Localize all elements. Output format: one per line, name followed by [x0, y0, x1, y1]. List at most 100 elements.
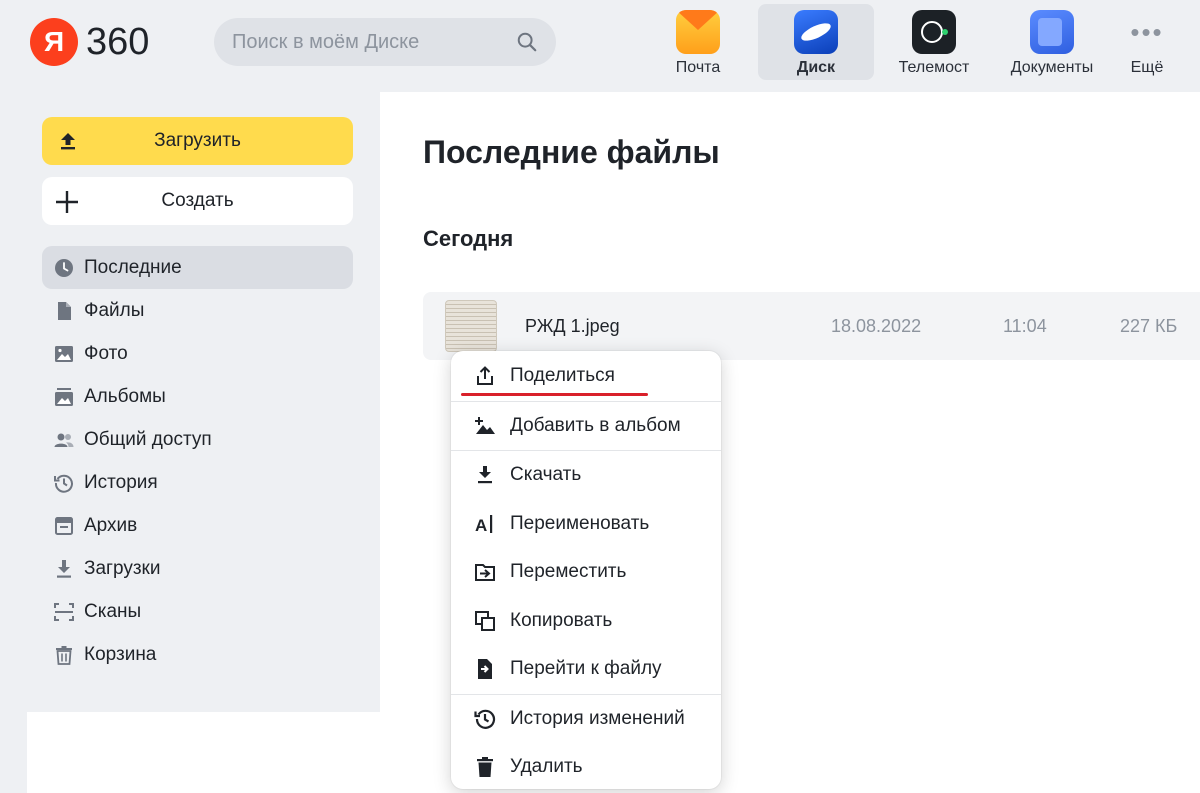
menu-item-label: Скачать [510, 464, 582, 486]
sidebar: Загрузить Создать Последние Файлы Фото А… [16, 92, 380, 712]
sidebar-item-shared[interactable]: Общий доступ [42, 418, 353, 461]
rename-icon: A [473, 512, 497, 536]
file-context-menu: Поделиться Добавить в альбом Скачать A П… [451, 351, 721, 789]
history-icon [54, 473, 74, 493]
archive-icon [54, 516, 74, 536]
sidebar-item-label: История [84, 471, 158, 493]
app-disk[interactable]: Диск [758, 4, 874, 80]
downloads-icon [54, 559, 74, 579]
services-bar: Почта Диск Телемост Документы ••• Ещё [640, 4, 1184, 84]
sidebar-item-albums[interactable]: Альбомы [42, 375, 353, 418]
menu-item-download[interactable]: Скачать [451, 451, 721, 500]
app-more-label: Ещё [1130, 59, 1164, 76]
menu-item-share[interactable]: Поделиться [451, 352, 721, 401]
telemost-icon [912, 10, 956, 54]
sidebar-item-archive[interactable]: Архив [42, 504, 353, 547]
upload-label: Загрузить [154, 130, 241, 151]
search-bar [214, 18, 556, 66]
file-row[interactable]: РЖД 1.jpeg 18.08.2022 11:04 227 КБ [423, 292, 1200, 360]
trash-icon [54, 645, 74, 665]
yandex-360-logo[interactable]: Я 360 [30, 18, 149, 66]
menu-item-label: Удалить [510, 756, 583, 778]
go-to-file-icon [473, 657, 497, 681]
file-date: 18.08.2022 [831, 316, 922, 336]
menu-item-add-to-album[interactable]: Добавить в альбом [451, 402, 721, 451]
app-mail-label: Почта [675, 59, 721, 76]
sidebar-item-label: Файлы [84, 299, 145, 321]
logo-ya-mark: Я [30, 18, 78, 66]
clock-icon [54, 258, 74, 278]
move-icon [473, 560, 497, 584]
documents-icon [1030, 10, 1074, 54]
menu-item-label: История изменений [510, 707, 685, 729]
upload-icon [61, 133, 75, 150]
search-icon[interactable] [516, 31, 538, 53]
page-title: Последние файлы [423, 134, 720, 170]
app-disk-label: Диск [796, 59, 836, 76]
sidebar-item-label: Общий доступ [84, 428, 212, 450]
sidebar-item-label: Альбомы [84, 385, 166, 407]
menu-item-version-history[interactable]: История изменений [451, 695, 721, 744]
sidebar-item-label: Фото [84, 342, 128, 364]
sidebar-item-recent[interactable]: Последние [42, 246, 353, 289]
add-to-album-icon [473, 414, 497, 438]
more-icon: ••• [1130, 16, 1164, 47]
menu-item-move[interactable]: Переместить [451, 548, 721, 597]
sidebar-item-label: Последние [84, 256, 182, 278]
menu-item-label: Перейти к файлу [510, 658, 662, 680]
file-name: РЖД 1.jpeg [525, 316, 620, 336]
search-input[interactable] [232, 30, 502, 54]
menu-item-go-to-file[interactable]: Перейти к файлу [451, 645, 721, 694]
download-icon [473, 463, 497, 487]
delete-icon [473, 755, 497, 779]
app-more[interactable]: ••• Ещё [1112, 4, 1182, 80]
app-mail[interactable]: Почта [640, 4, 756, 80]
share-icon [473, 364, 497, 388]
menu-item-label: Поделиться [510, 365, 615, 387]
sidebar-item-label: Архив [84, 514, 138, 536]
menu-item-delete[interactable]: Удалить [451, 743, 721, 792]
logo-360-text: 360 [86, 20, 150, 63]
menu-item-label: Переместить [510, 561, 627, 583]
sidebar-item-downloads[interactable]: Загрузки [42, 547, 353, 590]
sidebar-item-files[interactable]: Файлы [42, 289, 353, 332]
menu-item-label: Добавить в альбом [510, 414, 681, 436]
page-background-strip [27, 712, 380, 793]
mail-icon [676, 10, 720, 54]
create-label: Создать [161, 190, 234, 211]
file-size: 227 КБ [1120, 316, 1178, 336]
app-documents-label: Документы [1010, 59, 1094, 76]
scan-icon [54, 602, 74, 622]
sidebar-item-scans[interactable]: Сканы [42, 590, 353, 633]
app-telemost[interactable]: Телемост [876, 4, 992, 80]
sidebar-nav: Последние Файлы Фото Альбомы Общий досту… [42, 246, 353, 676]
menu-item-label: Копировать [510, 609, 613, 631]
sidebar-item-photo[interactable]: Фото [42, 332, 353, 375]
disk-icon [794, 10, 838, 54]
version-history-icon [473, 707, 497, 731]
menu-item-rename[interactable]: A Переименовать [451, 500, 721, 549]
file-thumbnail [445, 300, 497, 352]
sidebar-item-trash[interactable]: Корзина [42, 633, 353, 676]
app-telemost-label: Телемост [898, 59, 970, 76]
top-header: Я 360 Почта Диск Телемост Документы ••• … [0, 0, 1200, 90]
sidebar-item-label: Загрузки [84, 557, 161, 579]
svg-text:A: A [475, 516, 487, 535]
menu-item-copy[interactable]: Копировать [451, 597, 721, 646]
app-documents[interactable]: Документы [994, 4, 1110, 80]
group-title-today: Сегодня [423, 226, 514, 251]
copy-icon [473, 609, 497, 633]
menu-item-label: Переименовать [510, 512, 650, 534]
upload-button[interactable]: Загрузить [42, 117, 353, 165]
albums-icon [54, 387, 74, 407]
file-icon [54, 301, 74, 321]
shared-icon [54, 430, 74, 450]
highlight-underline [461, 393, 648, 396]
sidebar-item-label: Сканы [84, 600, 142, 622]
file-time: 11:04 [1003, 316, 1047, 336]
sidebar-item-label: Корзина [84, 643, 157, 665]
plus-icon [56, 191, 78, 213]
sidebar-item-history[interactable]: История [42, 461, 353, 504]
create-button[interactable]: Создать [42, 177, 353, 225]
photo-icon [54, 344, 74, 364]
